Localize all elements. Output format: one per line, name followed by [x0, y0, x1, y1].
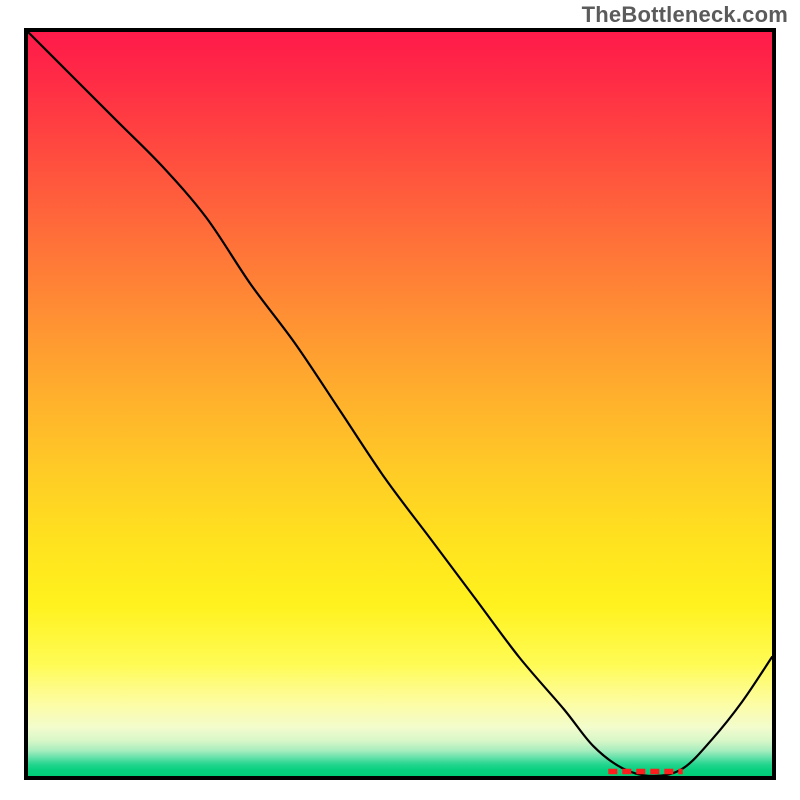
curve-line	[28, 32, 772, 776]
chart-overlay	[28, 32, 772, 776]
chart-root: TheBottleneck.com	[0, 0, 800, 800]
chart-plot-area	[24, 28, 776, 780]
watermark-text: TheBottleneck.com	[582, 2, 788, 28]
